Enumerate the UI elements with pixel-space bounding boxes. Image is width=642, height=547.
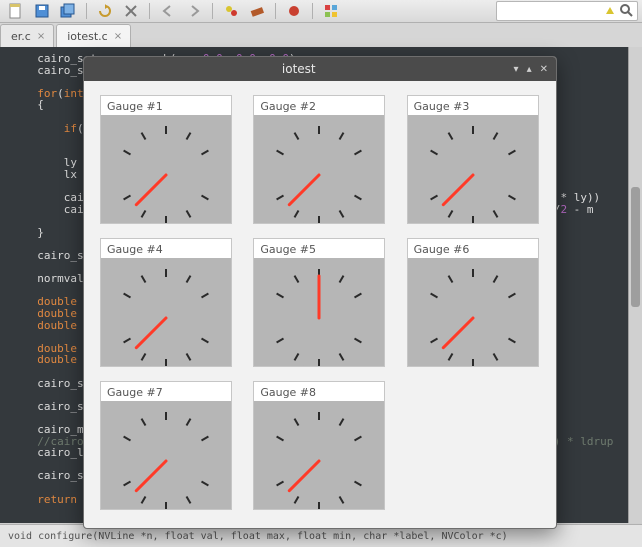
editor-tabstrip: er.c × iotest.c × [0, 23, 642, 48]
nav-back-icon[interactable] [156, 1, 180, 21]
gauge-display [408, 115, 538, 223]
editor-tab[interactable]: iotest.c × [56, 24, 131, 47]
tab-close-icon[interactable]: × [114, 31, 122, 42]
reload-icon[interactable] [93, 1, 117, 21]
dialog-body: Gauge #1 Gauge #2 Gauge #3 Gauge #4 Gaug… [84, 81, 556, 528]
scrollbar-thumb[interactable] [631, 187, 640, 307]
color-picker-icon[interactable] [319, 1, 343, 21]
gauge-card: Gauge #1 [100, 95, 232, 224]
tab-close-icon[interactable]: × [37, 31, 45, 42]
gauge-display [254, 115, 384, 223]
build-icon[interactable] [245, 1, 269, 21]
gauge-card: Gauge #6 [407, 238, 539, 367]
toolbar-separator [149, 3, 150, 19]
dialog-title: iotest [84, 62, 514, 76]
maximize-icon[interactable]: ▴ [527, 64, 532, 75]
gauge-label: Gauge #4 [101, 239, 231, 258]
gauge-card: Gauge #3 [407, 95, 539, 224]
gauge-label: Gauge #5 [254, 239, 384, 258]
search-clear-icon[interactable] [603, 4, 617, 18]
tab-label: iotest.c [67, 30, 107, 43]
editor-tab[interactable]: er.c × [0, 24, 54, 47]
dialog-titlebar[interactable]: iotest ▾ ▴ ✕ [84, 57, 556, 81]
file-icon[interactable] [4, 1, 28, 21]
toolbar-separator [275, 3, 276, 19]
close-file-icon[interactable] [119, 1, 143, 21]
save-all-icon[interactable] [56, 1, 80, 21]
gauge-card: Gauge #2 [253, 95, 385, 224]
gauge-display [101, 115, 231, 223]
iotest-window: iotest ▾ ▴ ✕ Gauge #1 Gauge #2 Gauge #3 … [83, 56, 557, 529]
gauge-display [408, 258, 538, 366]
gauge-label: Gauge #3 [408, 96, 538, 115]
tab-label: er.c [11, 30, 31, 43]
gauge-display [254, 258, 384, 366]
gauge-label: Gauge #7 [101, 382, 231, 401]
close-icon[interactable]: ✕ [540, 64, 548, 75]
minimize-icon[interactable]: ▾ [514, 64, 519, 75]
toolbar-separator [312, 3, 313, 19]
gauge-card: Gauge #7 [100, 381, 232, 510]
editor-scrollbar[interactable] [628, 47, 642, 523]
gauge-label: Gauge #2 [254, 96, 384, 115]
main-toolbar [0, 0, 642, 23]
gauge-display [101, 401, 231, 509]
compile-icon[interactable] [219, 1, 243, 21]
nav-forward-icon[interactable] [182, 1, 206, 21]
search-box[interactable] [496, 1, 638, 21]
gauge-display [254, 401, 384, 509]
gauge-label: Gauge #1 [101, 96, 231, 115]
status-text: void configure(NVLine *n, float val, flo… [8, 531, 508, 542]
gauge-card: Gauge #8 [253, 381, 385, 510]
toolbar-separator [86, 3, 87, 19]
run-icon[interactable] [282, 1, 306, 21]
search-icon[interactable] [619, 3, 635, 19]
gauge-label: Gauge #6 [408, 239, 538, 258]
gauge-display [101, 258, 231, 366]
save-icon[interactable] [30, 1, 54, 21]
toolbar-separator [212, 3, 213, 19]
gauge-card: Gauge #5 [253, 238, 385, 367]
gauge-card: Gauge #4 [100, 238, 232, 367]
gauge-label: Gauge #8 [254, 382, 384, 401]
